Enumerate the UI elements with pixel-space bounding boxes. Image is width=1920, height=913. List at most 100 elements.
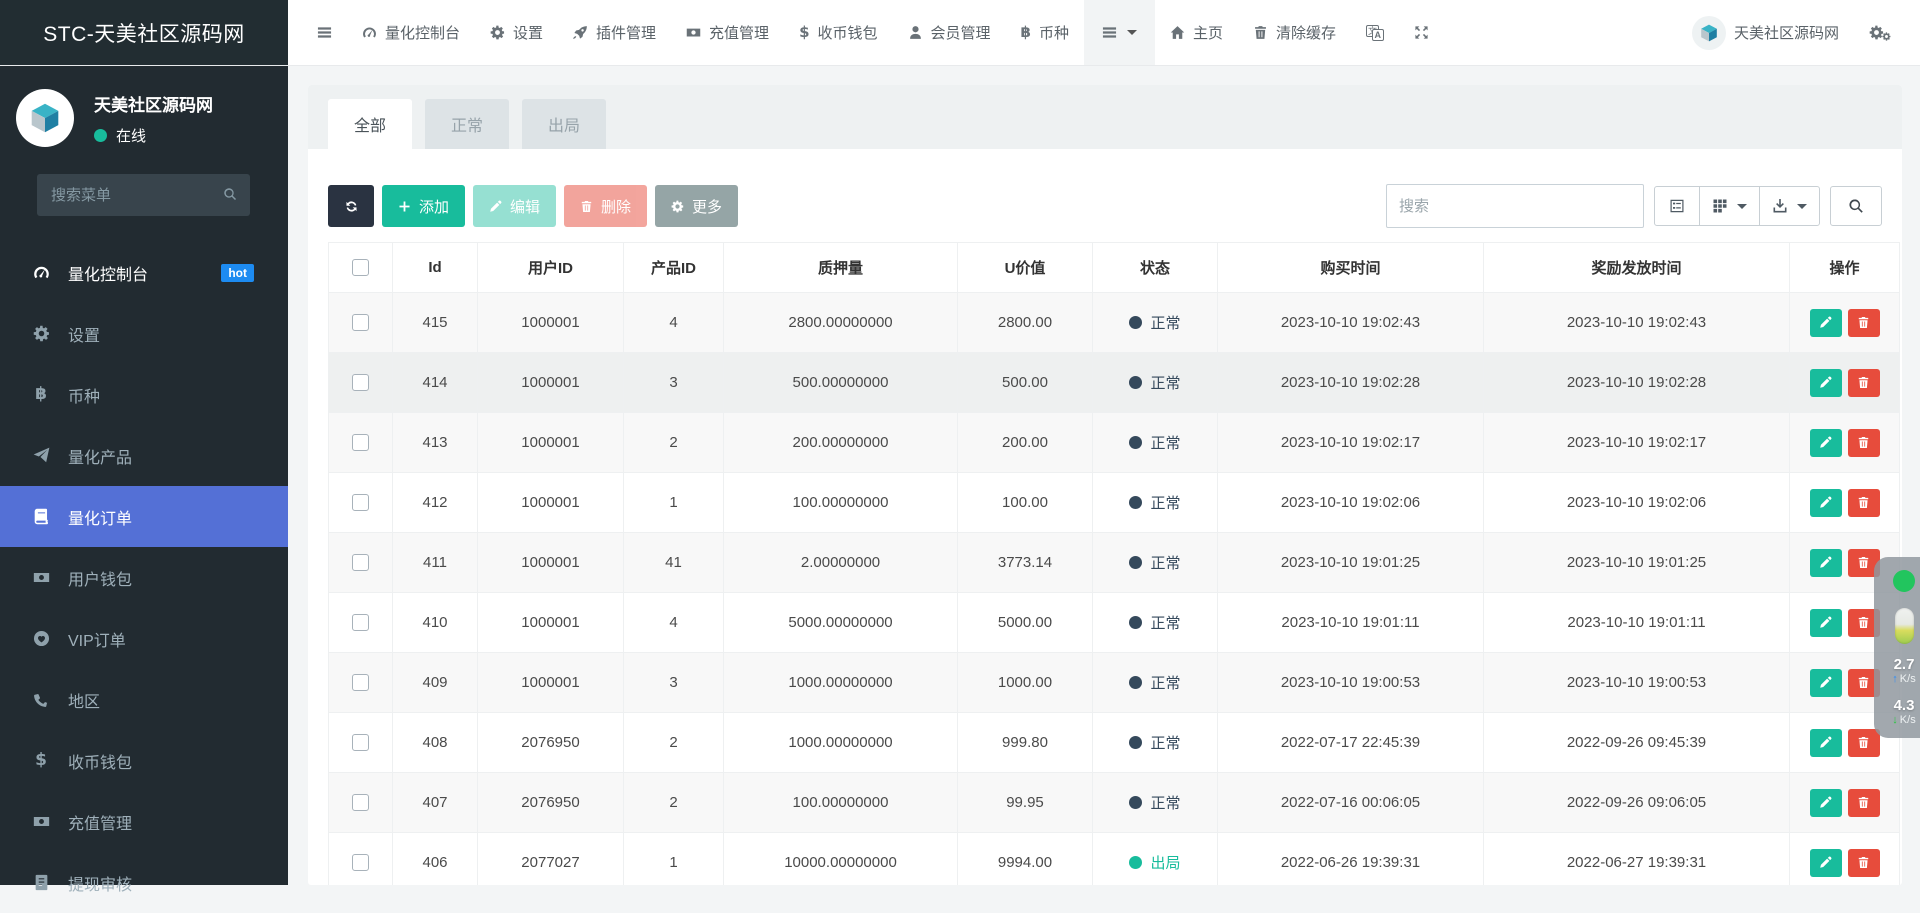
row-checkbox[interactable]	[352, 734, 369, 751]
cell-id: 412	[393, 473, 478, 533]
topnav-item-currency[interactable]: ฿币种	[1006, 0, 1084, 65]
row-delete-button[interactable]	[1848, 309, 1880, 337]
table-search-input[interactable]	[1386, 184, 1644, 228]
row-edit-button[interactable]	[1810, 309, 1842, 337]
topnav-item-menu-toggle[interactable]	[302, 0, 347, 65]
trash-icon	[1857, 736, 1870, 749]
row-delete-button[interactable]	[1848, 789, 1880, 817]
cell-status: 正常	[1093, 713, 1218, 773]
topnav-item-fullscreen[interactable]	[1399, 0, 1444, 65]
tab-normal[interactable]: 正常	[425, 99, 509, 149]
cell-reward_time: 2023-10-10 19:02:43	[1484, 293, 1790, 353]
row-checkbox[interactable]	[352, 494, 369, 511]
row-edit-button[interactable]	[1810, 789, 1842, 817]
topnav-item-plugin-manage[interactable]: 插件管理	[558, 0, 671, 65]
row-edit-button[interactable]	[1810, 669, 1842, 697]
row-edit-button[interactable]	[1810, 849, 1842, 877]
refresh-button[interactable]	[328, 185, 374, 227]
topnav-item-member-manage[interactable]: 会员管理	[893, 0, 1006, 65]
cell-pledge: 10000.00000000	[724, 833, 958, 886]
arrow-down-icon: ↓	[1892, 714, 1898, 726]
sidebar-item-quant-console[interactable]: 量化控制台hot	[0, 242, 288, 303]
row-delete-button[interactable]	[1848, 369, 1880, 397]
search-icon	[1848, 198, 1865, 215]
row-edit-button[interactable]	[1810, 429, 1842, 457]
more-button[interactable]: 更多	[655, 185, 738, 227]
sidebar-item-currency[interactable]: ฿币种	[0, 364, 288, 425]
sidebar-search-input[interactable]	[37, 174, 250, 216]
orders-table: Id用户ID产品ID质押量U价值状态购买时间奖励发放时间操作 415100000…	[328, 242, 1900, 885]
sidebar-item-recharge-manage[interactable]: 充值管理	[0, 791, 288, 852]
row-edit-button[interactable]	[1810, 609, 1842, 637]
row-delete-button[interactable]	[1848, 729, 1880, 757]
sidebar-item-settings[interactable]: 设置	[0, 303, 288, 364]
sidebar-item-quant-product[interactable]: 量化产品	[0, 425, 288, 486]
tab-out[interactable]: 出局	[522, 99, 606, 149]
pencil-icon	[489, 200, 502, 213]
cell-user_id: 1000001	[478, 473, 624, 533]
row-edit-button[interactable]	[1810, 489, 1842, 517]
topnav-item-coin-wallet[interactable]: $收币钱包	[784, 0, 892, 65]
cell-actions	[1790, 293, 1900, 353]
cell-user_id: 1000001	[478, 413, 624, 473]
sidebar-item-region[interactable]: 地区	[0, 669, 288, 730]
topnav-item-system-settings[interactable]	[1854, 0, 1906, 65]
row-checkbox[interactable]	[352, 554, 369, 571]
cell-check	[329, 473, 393, 533]
online-status: 在线	[94, 125, 213, 146]
edit-button[interactable]: 编辑	[473, 185, 556, 227]
table-row: 410100000145000.000000005000.00正常2023-10…	[329, 593, 1900, 653]
row-checkbox[interactable]	[352, 614, 369, 631]
topnav-item-label: 主页	[1193, 22, 1223, 43]
cell-status: 正常	[1093, 653, 1218, 713]
content-panel: 全部正常出局 添加 编辑	[308, 85, 1902, 885]
row-delete-button[interactable]	[1848, 849, 1880, 877]
cell-check	[329, 833, 393, 886]
topnav-item-homepage[interactable]: 主页	[1155, 0, 1238, 65]
select-all-checkbox[interactable]	[352, 259, 369, 276]
topnav-user[interactable]: 天美社区源码网	[1677, 0, 1854, 65]
columns-button[interactable]	[1699, 186, 1760, 226]
row-checkbox[interactable]	[352, 674, 369, 691]
cell-user_id: 1000001	[478, 293, 624, 353]
cube-logo-icon	[26, 99, 64, 137]
cell-buy_time: 2023-10-10 19:02:43	[1218, 293, 1484, 353]
export-button[interactable]	[1759, 186, 1820, 226]
row-checkbox[interactable]	[352, 434, 369, 451]
topnav-item-quant-console[interactable]: 量化控制台	[347, 0, 475, 65]
sidebar-item-user-wallet[interactable]: 用户钱包	[0, 547, 288, 608]
topnav-item-recharge-manage[interactable]: 充值管理	[671, 0, 784, 65]
app-logo: STC-天美社区源码网	[0, 0, 288, 65]
sidebar-item-coin-wallet[interactable]: $收币钱包	[0, 730, 288, 791]
refresh-icon	[345, 200, 358, 213]
pencil-icon	[1819, 376, 1832, 389]
search-button[interactable]	[1830, 186, 1882, 226]
row-edit-button[interactable]	[1810, 729, 1842, 757]
row-checkbox[interactable]	[352, 854, 369, 871]
row-delete-button[interactable]	[1848, 489, 1880, 517]
delete-button[interactable]: 删除	[564, 185, 647, 227]
topnav-item-nav-dropdown[interactable]	[1084, 0, 1155, 65]
cell-reward_time: 2023-10-10 19:02:28	[1484, 353, 1790, 413]
column-header-status: 状态	[1093, 243, 1218, 293]
topnav-item-clear-cache[interactable]: 清除缓存	[1238, 0, 1351, 65]
topnav-item-settings[interactable]: 设置	[475, 0, 558, 65]
sidebar-item-withdraw-audit[interactable]: 提现审核	[0, 852, 288, 913]
topnav-item-language[interactable]: 文A	[1351, 0, 1399, 65]
tab-all[interactable]: 全部	[328, 99, 412, 149]
column-header-check[interactable]	[329, 243, 393, 293]
sidebar-menu: 量化控制台hot设置฿币种量化产品量化订单用户钱包VIP订单地区$收币钱包充值管…	[0, 242, 288, 913]
row-edit-button[interactable]	[1810, 549, 1842, 577]
network-speed-widget[interactable]: 2.7 ↑ K/s 4.3 ↓ K/s	[1874, 557, 1920, 738]
trash-icon	[1857, 316, 1870, 329]
detail-view-button[interactable]	[1654, 186, 1700, 226]
row-checkbox[interactable]	[352, 374, 369, 391]
add-button[interactable]: 添加	[382, 185, 465, 227]
row-checkbox[interactable]	[352, 794, 369, 811]
sidebar-item-vip-order[interactable]: VIP订单	[0, 608, 288, 669]
cell-id: 409	[393, 653, 478, 713]
row-checkbox[interactable]	[352, 314, 369, 331]
row-delete-button[interactable]	[1848, 429, 1880, 457]
sidebar-item-quant-order[interactable]: 量化订单	[0, 486, 288, 547]
row-edit-button[interactable]	[1810, 369, 1842, 397]
